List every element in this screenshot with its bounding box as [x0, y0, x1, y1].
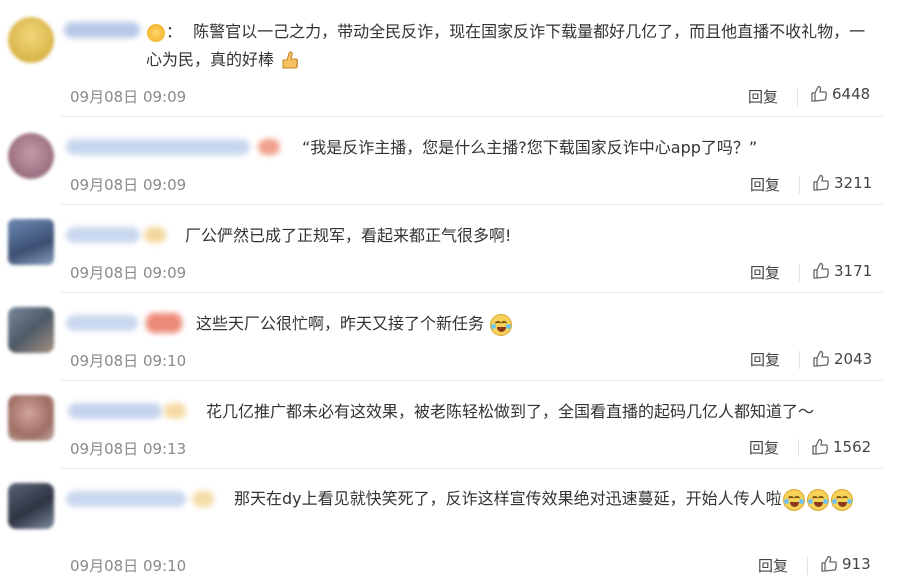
like-button[interactable]: 2043 — [812, 350, 872, 368]
thumbs-up-icon — [821, 555, 837, 572]
comment-text: 花几亿推广都未必有这效果，被老陈轻松做到了，全国看直播的起码几亿人都知道了～ — [206, 402, 815, 421]
avatar[interactable] — [8, 395, 54, 441]
comment-item-2: “我是反诈主播，您是什么主播?您下载国家反诈中心app了吗？” 09月08日 0… — [0, 117, 903, 205]
username-blurred[interactable] — [68, 403, 162, 419]
thumbs-up-icon — [812, 438, 828, 455]
laughing-tears-icon — [490, 313, 513, 336]
laughing-tears-icon — [830, 488, 853, 511]
thumbs-up-icon — [813, 350, 829, 367]
comment-text: ： 陈警官以一己之力，带动全民反诈，现在国家反诈下载量都好几亿了，而且他直播不收… — [146, 18, 866, 74]
comment-item-6: 那天在dy上看见就快笑死了，反诈这样宣传效果绝对迅速蔓延，开始人传人啦 09月0… — [0, 469, 903, 582]
action-divider — [797, 88, 798, 106]
username-blurred[interactable] — [66, 315, 138, 331]
avatar[interactable] — [8, 307, 54, 353]
like-count: 3171 — [834, 262, 873, 280]
thumbs-up-icon — [279, 50, 299, 72]
action-divider — [807, 557, 808, 575]
comment-body: 那天在dy上看见就快笑死了，反诈这样宣传效果绝对迅速蔓延，开始人传人啦 — [234, 489, 782, 508]
badge-blurred — [258, 139, 280, 155]
reply-button[interactable]: 回复 — [748, 86, 778, 107]
comment-time: 09月08日 09:09 — [70, 264, 187, 282]
comment-time: 09月08日 09:10 — [70, 352, 187, 370]
username-blurred[interactable] — [66, 139, 250, 155]
like-count: 6448 — [832, 85, 871, 103]
comment-time: 09月08日 09:13 — [70, 440, 187, 458]
comment-text: “我是反诈主播，您是什么主播?您下载国家反诈中心app了吗？” — [302, 138, 758, 157]
action-divider — [799, 351, 800, 369]
like-count: 913 — [842, 555, 871, 573]
comment-item-3: 厂公俨然已成了正规军，看起来都正气很多啊! 09月08日 09:09 回复 31… — [0, 205, 903, 293]
like-button[interactable]: 3211 — [812, 174, 872, 192]
comment-text: 那天在dy上看见就快笑死了，反诈这样宣传效果绝对迅速蔓延，开始人传人啦 — [72, 485, 882, 513]
like-count: 3211 — [834, 174, 873, 192]
like-button[interactable]: 6448 — [810, 85, 870, 103]
thumbs-up-icon — [813, 174, 829, 191]
comment-text: 这些天厂公很忙啊，昨天又接了个新任务 — [196, 310, 513, 338]
action-divider — [799, 176, 800, 194]
reply-button[interactable]: 回复 — [758, 555, 788, 576]
avatar[interactable] — [8, 483, 54, 529]
laughing-tears-icon — [782, 488, 805, 511]
avatar[interactable] — [8, 133, 54, 179]
comment-text: 厂公俨然已成了正规军，看起来都正气很多啊! — [185, 226, 512, 245]
like-button[interactable]: 1562 — [811, 438, 871, 456]
like-count: 2043 — [834, 350, 873, 368]
comment-time: 09月08日 09:09 — [70, 176, 187, 194]
reply-button[interactable]: 回复 — [750, 262, 780, 283]
comment-time: 09月08日 09:10 — [70, 557, 187, 575]
username-blurred[interactable] — [66, 227, 140, 243]
avatar[interactable] — [8, 219, 54, 265]
comment-item-5: 花几亿推广都未必有这效果，被老陈轻松做到了，全国看直播的起码几亿人都知道了～ 0… — [0, 381, 903, 469]
comment-item-4: 这些天厂公很忙啊，昨天又接了个新任务 09月08日 09:10 回复 2043 — [0, 293, 903, 381]
username-blurred[interactable] — [64, 22, 140, 38]
reply-button[interactable]: 回复 — [749, 437, 779, 458]
comment-body: 陈警官以一己之力，带动全民反诈，现在国家反诈下载量都好几亿了，而且他直播不收礼物… — [146, 22, 866, 69]
like-count: 1562 — [833, 438, 872, 456]
avatar[interactable] — [8, 17, 54, 63]
thumbs-up-icon — [811, 85, 827, 102]
action-divider — [798, 439, 799, 457]
comment-body: 这些天厂公很忙啊，昨天又接了个新任务 — [196, 314, 485, 333]
badge-blurred — [146, 313, 182, 333]
reply-button[interactable]: 回复 — [750, 349, 780, 370]
laughing-tears-icon — [806, 488, 829, 511]
like-button[interactable]: 913 — [820, 555, 871, 573]
badge-blurred — [164, 403, 186, 419]
comment-item-1: ： 陈警官以一己之力，带动全民反诈，现在国家反诈下载量都好几亿了，而且他直播不收… — [0, 0, 903, 117]
comment-time: 09月08日 09:09 — [70, 88, 187, 106]
badge-blurred — [144, 227, 166, 243]
action-divider — [799, 264, 800, 282]
thumbs-up-icon — [813, 262, 829, 279]
smiling-face-icon — [147, 23, 165, 42]
reply-button[interactable]: 回复 — [750, 174, 780, 195]
like-button[interactable]: 3171 — [812, 262, 872, 280]
